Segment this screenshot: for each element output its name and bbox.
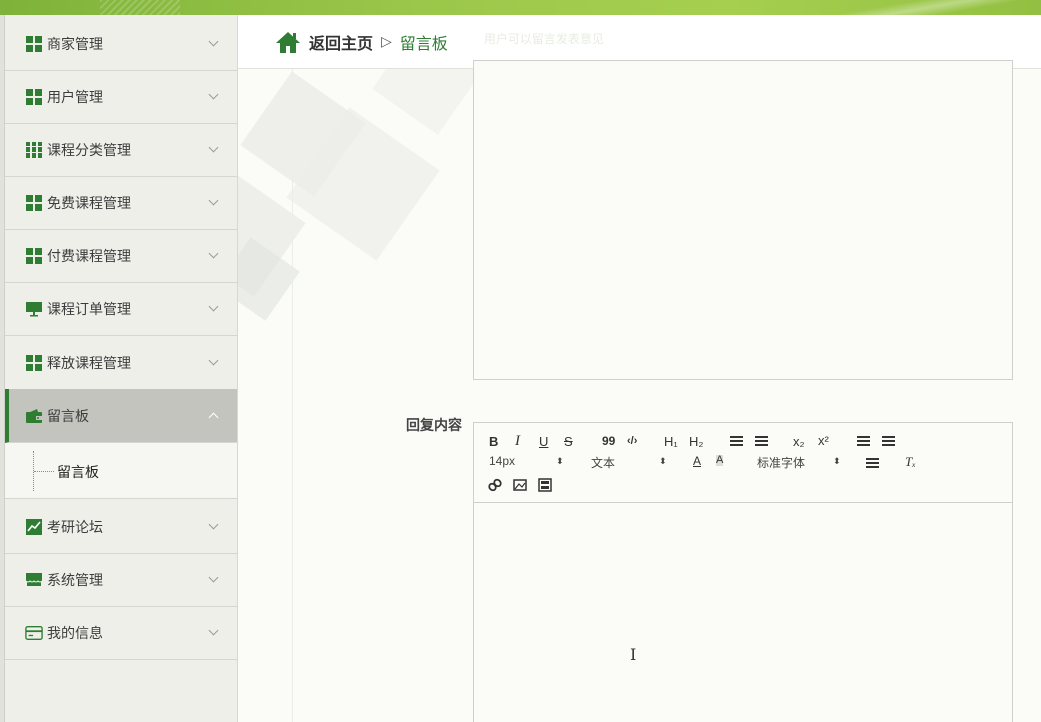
- code-button[interactable]: ‹/›: [627, 436, 637, 447]
- chevron-down-icon: [208, 572, 219, 582]
- breadcrumb-separator: ▷: [381, 33, 392, 49]
- sidebar-item-label: 我的信息: [47, 624, 103, 641]
- banner-swoosh: [781, 0, 1041, 15]
- strike-button[interactable]: S: [564, 435, 573, 448]
- video-icon[interactable]: [538, 478, 552, 497]
- home-icon[interactable]: [275, 30, 301, 54]
- sidebar-item-label: 系统管理: [47, 571, 103, 588]
- monitor-icon: [25, 300, 43, 318]
- sidebar-item-label: 留言板: [47, 407, 89, 424]
- blockquote-button[interactable]: 99: [602, 435, 615, 447]
- outdent-icon[interactable]: [857, 436, 870, 446]
- header-value: 文本: [591, 456, 616, 470]
- text-cursor-icon: Ⅰ: [630, 645, 637, 664]
- grid-nine-icon: [25, 141, 43, 159]
- sidebar-item-system[interactable]: 系统管理: [5, 553, 237, 607]
- background-color-icon[interactable]: A: [716, 455, 724, 466]
- chevron-down-icon: [208, 248, 219, 258]
- grid-icon: [25, 35, 43, 53]
- font-family-value: 标准字体: [757, 456, 806, 470]
- select-arrows-icon: ⬍: [556, 456, 564, 466]
- sidebar: 商家管理 用户管理 课程分类管理 免费课程管理 付费课程管理 课程订单管理 释放…: [0, 15, 238, 722]
- sidebar-item-merchant[interactable]: 商家管理: [5, 17, 237, 71]
- chevron-down-icon: [208, 301, 219, 311]
- sidebar-item-label: 释放课程管理: [47, 354, 131, 371]
- sidebar-item-label: 用户管理: [47, 88, 103, 105]
- link-icon[interactable]: [488, 478, 502, 497]
- text-color-icon[interactable]: A: [693, 455, 701, 467]
- align-icon[interactable]: [866, 458, 879, 468]
- font-family-select[interactable]: 标准字体 ⬍: [757, 454, 841, 471]
- sidebar-subitem-message-board[interactable]: 留言板: [5, 443, 237, 499]
- card-icon: [25, 624, 43, 642]
- reply-content-label: 回复内容: [406, 417, 462, 433]
- store-icon: [25, 571, 43, 589]
- chevron-down-icon: [208, 625, 219, 635]
- select-arrows-icon: ⬍: [833, 456, 841, 466]
- editor-toolbar: B I U S 99 ‹/› H₁ H₂ x₂ x² 14px ⬍ 文本 ⬍ A…: [474, 423, 1012, 503]
- back-home-link[interactable]: 返回主页: [309, 30, 373, 54]
- content-divider: [292, 69, 293, 722]
- reply-editor[interactable]: B I U S 99 ‹/› H₁ H₂ x₂ x² 14px ⬍ 文本 ⬍ A…: [473, 422, 1013, 722]
- chevron-down-icon: [208, 89, 219, 99]
- chevron-down-icon: [208, 36, 219, 46]
- bold-button[interactable]: B: [489, 435, 498, 448]
- h1-button[interactable]: H₁: [664, 435, 678, 448]
- sidebar-item-free-course[interactable]: 免费课程管理: [5, 176, 237, 230]
- grid-icon: [25, 247, 43, 265]
- font-size-select[interactable]: 14px ⬍: [489, 454, 564, 468]
- sidebar-item-label: 免费课程管理: [47, 194, 131, 211]
- sidebar-item-course-orders[interactable]: 课程订单管理: [5, 282, 237, 336]
- sidebar-item-label: 付费课程管理: [47, 247, 131, 264]
- chart-icon: [25, 518, 43, 536]
- sidebar-item-course-category[interactable]: 课程分类管理: [5, 123, 237, 177]
- tree-connector: [33, 451, 54, 491]
- sidebar-item-message-board[interactable]: 留言板: [5, 389, 237, 443]
- italic-button[interactable]: I: [515, 434, 520, 449]
- font-size-value: 14px: [489, 454, 516, 468]
- header-select[interactable]: 文本 ⬍: [591, 454, 667, 471]
- grid-icon: [25, 194, 43, 212]
- sidebar-item-label: 考研论坛: [47, 518, 103, 535]
- bullet-list-icon[interactable]: [755, 436, 768, 446]
- superscript-button[interactable]: x²: [818, 434, 829, 447]
- message-content-box[interactable]: [473, 60, 1013, 380]
- chevron-down-icon: [208, 519, 219, 529]
- sidebar-item-release-course[interactable]: 释放课程管理: [5, 336, 237, 390]
- sidebar-item-label: 课程订单管理: [47, 300, 131, 317]
- grid-icon: [25, 354, 43, 372]
- select-arrows-icon: ⬍: [659, 456, 667, 466]
- wallet-icon: [25, 407, 43, 425]
- sidebar-item-forum[interactable]: 考研论坛: [5, 500, 237, 554]
- subscript-button[interactable]: x₂: [793, 435, 805, 448]
- sidebar-item-label: 商家管理: [47, 35, 103, 52]
- sidebar-subitem-label: 留言板: [57, 464, 99, 480]
- grid-icon: [25, 88, 43, 106]
- chevron-down-icon: [208, 142, 219, 152]
- chevron-down-icon: [208, 195, 219, 205]
- sidebar-item-my-info[interactable]: 我的信息: [5, 606, 237, 660]
- chevron-down-icon: [208, 355, 219, 365]
- h2-button[interactable]: H₂: [689, 435, 703, 448]
- breadcrumb-current: 留言板: [399, 35, 448, 53]
- sidebar-item-users[interactable]: 用户管理: [5, 70, 237, 124]
- indent-icon[interactable]: [882, 436, 895, 446]
- banner-stripe: [100, 0, 180, 15]
- underline-button[interactable]: U: [539, 435, 548, 448]
- ordered-list-icon[interactable]: [730, 436, 743, 446]
- top-banner: [0, 0, 1041, 15]
- sidebar-item-paid-course[interactable]: 付费课程管理: [5, 229, 237, 283]
- marquee-text: 用户可以留言发表意见: [483, 32, 604, 46]
- image-icon[interactable]: [513, 478, 527, 497]
- sidebar-item-label: 课程分类管理: [47, 141, 131, 158]
- clear-format-button[interactable]: Tₓ: [905, 455, 916, 468]
- chevron-up-icon: [208, 412, 219, 422]
